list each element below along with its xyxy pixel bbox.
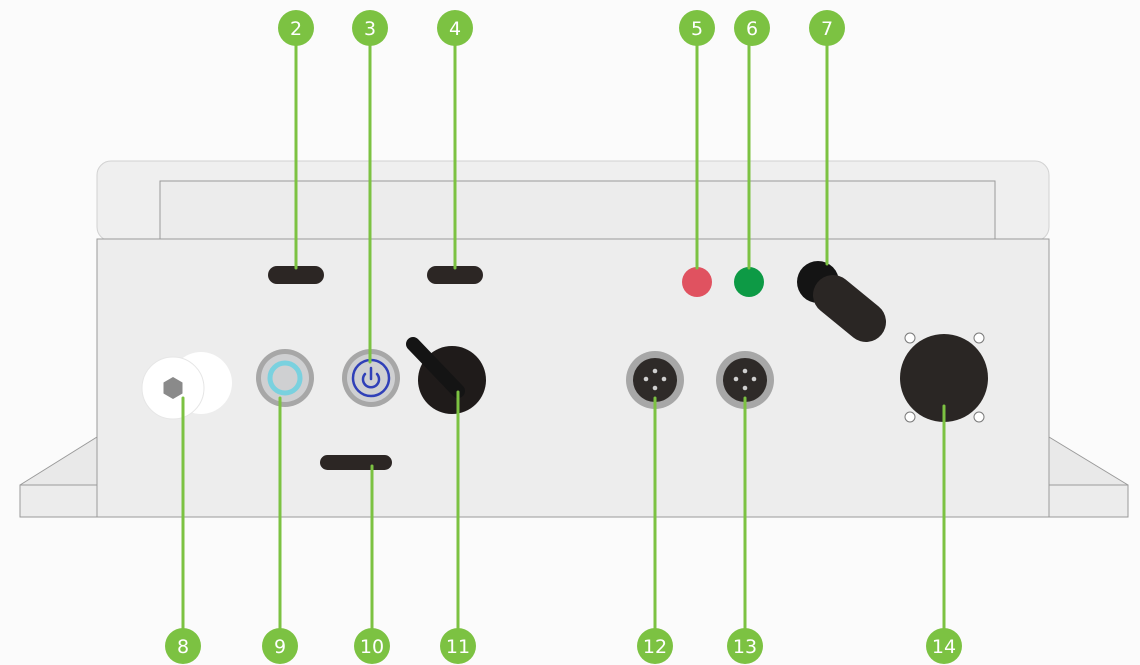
callout-label: 9 — [274, 636, 286, 658]
callout-label: 2 — [290, 18, 302, 40]
connector-12-face — [633, 358, 677, 402]
callout-label: 3 — [364, 18, 376, 40]
green-led — [734, 267, 764, 297]
callout-label: 14 — [932, 636, 956, 658]
callout-12: 12 — [637, 628, 673, 664]
slot-10 — [320, 455, 392, 470]
connector-13-pin — [751, 376, 757, 382]
connector-13-pin — [742, 385, 748, 391]
large-connector-screw — [904, 332, 916, 344]
large-connector-screw — [973, 332, 985, 344]
connector-13-pin — [733, 376, 739, 382]
connector-13-face — [723, 358, 767, 402]
callout-7: 7 — [809, 10, 845, 46]
connector-12-pin — [643, 376, 649, 382]
callout-14: 14 — [926, 628, 962, 664]
callout-8: 8 — [165, 628, 201, 664]
callout-5: 5 — [679, 10, 715, 46]
callout-10: 10 — [354, 628, 390, 664]
connector-13-pin — [742, 368, 748, 374]
callout-label: 8 — [177, 636, 189, 658]
callout-label: 13 — [733, 636, 757, 658]
illuminated-button — [256, 349, 314, 407]
callout-3: 3 — [352, 10, 388, 46]
callout-label: 11 — [446, 636, 470, 658]
large-connector-screw — [904, 411, 916, 423]
callout-label: 7 — [821, 18, 833, 40]
housing-lid-recess — [159, 180, 996, 242]
connector-12-pin — [652, 368, 658, 374]
callout-11: 11 — [440, 628, 476, 664]
connector-12-pin — [661, 376, 667, 382]
callout-label: 4 — [449, 18, 461, 40]
callout-2: 2 — [278, 10, 314, 46]
red-led — [682, 267, 712, 297]
callout-4: 4 — [437, 10, 473, 46]
callout-13: 13 — [727, 628, 763, 664]
callout-6: 6 — [734, 10, 770, 46]
callout-9: 9 — [262, 628, 298, 664]
antenna-body — [813, 275, 886, 342]
callout-label: 12 — [643, 636, 667, 658]
device-front-panel-diagram: 2 3 4 5 6 7 8 9 10 11 12 13 14 — [19, 10, 1129, 664]
callout-label: 6 — [746, 18, 758, 40]
large-connector-screw — [973, 411, 985, 423]
callout-label: 5 — [691, 18, 703, 40]
connector-12-pin — [652, 385, 658, 391]
callout-label: 10 — [360, 636, 384, 658]
